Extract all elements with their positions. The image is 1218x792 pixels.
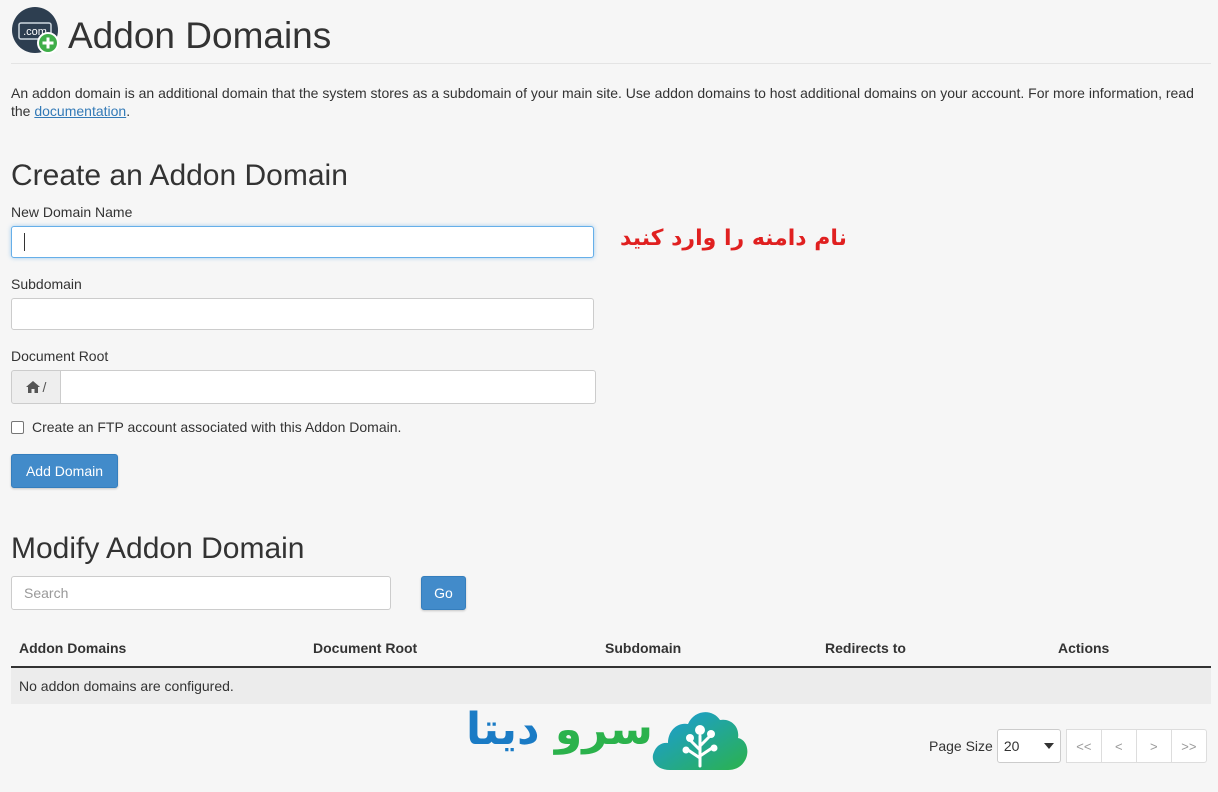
- annotation-enter-domain: نام دامنه را وارد کنید: [620, 226, 847, 251]
- home-icon: [25, 381, 40, 393]
- brand-logo-text: سرو دیتا: [466, 704, 653, 755]
- ftp-checkbox[interactable]: [11, 420, 24, 434]
- document-root-group: /: [11, 370, 596, 404]
- brand-logo: سرو دیتا: [466, 700, 756, 780]
- empty-table-message: No addon domains are configured.: [19, 678, 234, 694]
- new-domain-label: New Domain Name: [11, 204, 133, 220]
- document-root-label: Document Root: [11, 348, 109, 364]
- table-header: Addon Domains Document Root Subdomain Re…: [11, 630, 1211, 668]
- subdomain-label: Subdomain: [11, 276, 82, 292]
- column-actions: Actions: [1058, 640, 1110, 656]
- column-addon-domains[interactable]: Addon Domains: [19, 640, 126, 656]
- pagination-controls: Page Size 20 << < > >>: [929, 729, 1207, 763]
- document-root-input[interactable]: [60, 370, 596, 404]
- create-section-heading: Create an Addon Domain: [11, 159, 348, 192]
- addon-domains-table: Addon Domains Document Root Subdomain Re…: [11, 630, 1211, 704]
- last-page-button[interactable]: >>: [1170, 729, 1207, 763]
- ftp-checkbox-row[interactable]: Create an FTP account associated with th…: [11, 419, 401, 435]
- cloud-tree-icon: [652, 712, 748, 770]
- previous-page-button[interactable]: <: [1100, 729, 1137, 763]
- column-redirects-to[interactable]: Redirects to: [825, 640, 906, 656]
- column-subdomain[interactable]: Subdomain: [605, 640, 681, 656]
- intro-text: An addon domain is an additional domain …: [11, 85, 1194, 119]
- search-input[interactable]: Search: [11, 576, 391, 610]
- addon-domain-icon: .com: [12, 7, 59, 54]
- search-placeholder: Search: [24, 585, 69, 601]
- add-domain-button[interactable]: Add Domain: [11, 454, 118, 488]
- page-title: Addon Domains: [68, 15, 332, 56]
- document-root-prefix: /: [11, 370, 61, 404]
- go-button[interactable]: Go: [421, 576, 466, 610]
- modify-section-heading: Modify Addon Domain: [11, 532, 305, 565]
- column-document-root[interactable]: Document Root: [313, 640, 417, 656]
- root-slash: /: [42, 379, 47, 395]
- next-page-button[interactable]: >: [1135, 729, 1172, 763]
- text-caret: [24, 233, 25, 251]
- documentation-link[interactable]: documentation: [34, 103, 126, 119]
- table-row: No addon domains are configured.: [11, 668, 1211, 704]
- new-domain-input[interactable]: [11, 226, 594, 258]
- first-page-button[interactable]: <<: [1065, 729, 1102, 763]
- page-size-select[interactable]: 20: [996, 729, 1061, 763]
- chevron-down-icon: [1043, 743, 1054, 749]
- ftp-checkbox-label: Create an FTP account associated with th…: [32, 419, 402, 435]
- page-header: .com Addon Domains: [11, 6, 1211, 64]
- page-size-label: Page Size: [929, 738, 993, 754]
- subdomain-input[interactable]: [11, 298, 594, 330]
